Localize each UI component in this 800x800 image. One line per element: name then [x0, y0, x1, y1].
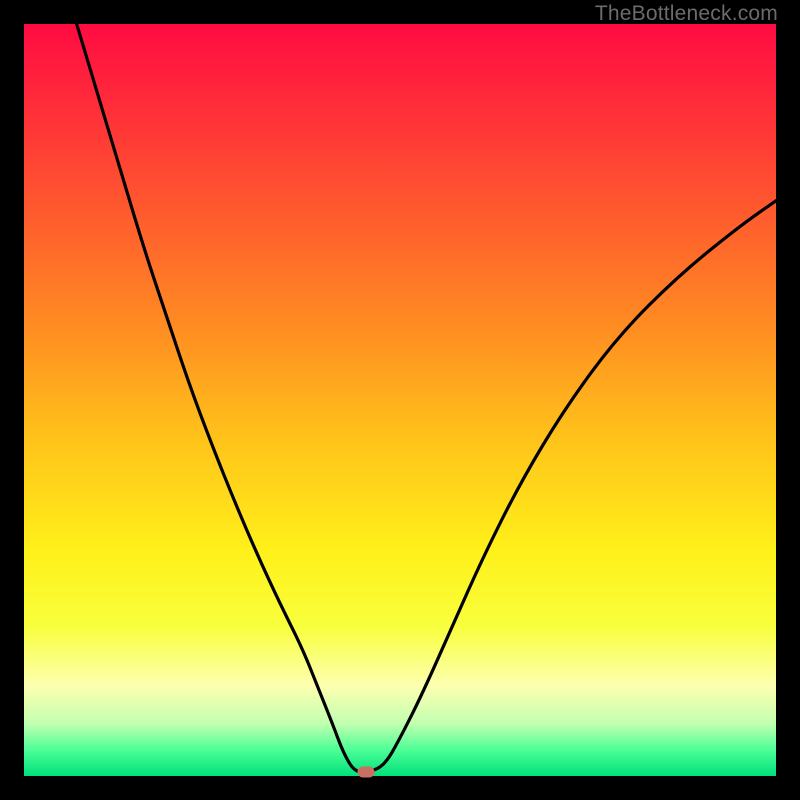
bottleneck-curve	[24, 24, 776, 776]
chart-container: TheBottleneck.com	[0, 0, 800, 800]
optimal-point-marker	[358, 767, 375, 778]
plot-frame	[24, 24, 776, 776]
watermark-text: TheBottleneck.com	[595, 2, 778, 26]
